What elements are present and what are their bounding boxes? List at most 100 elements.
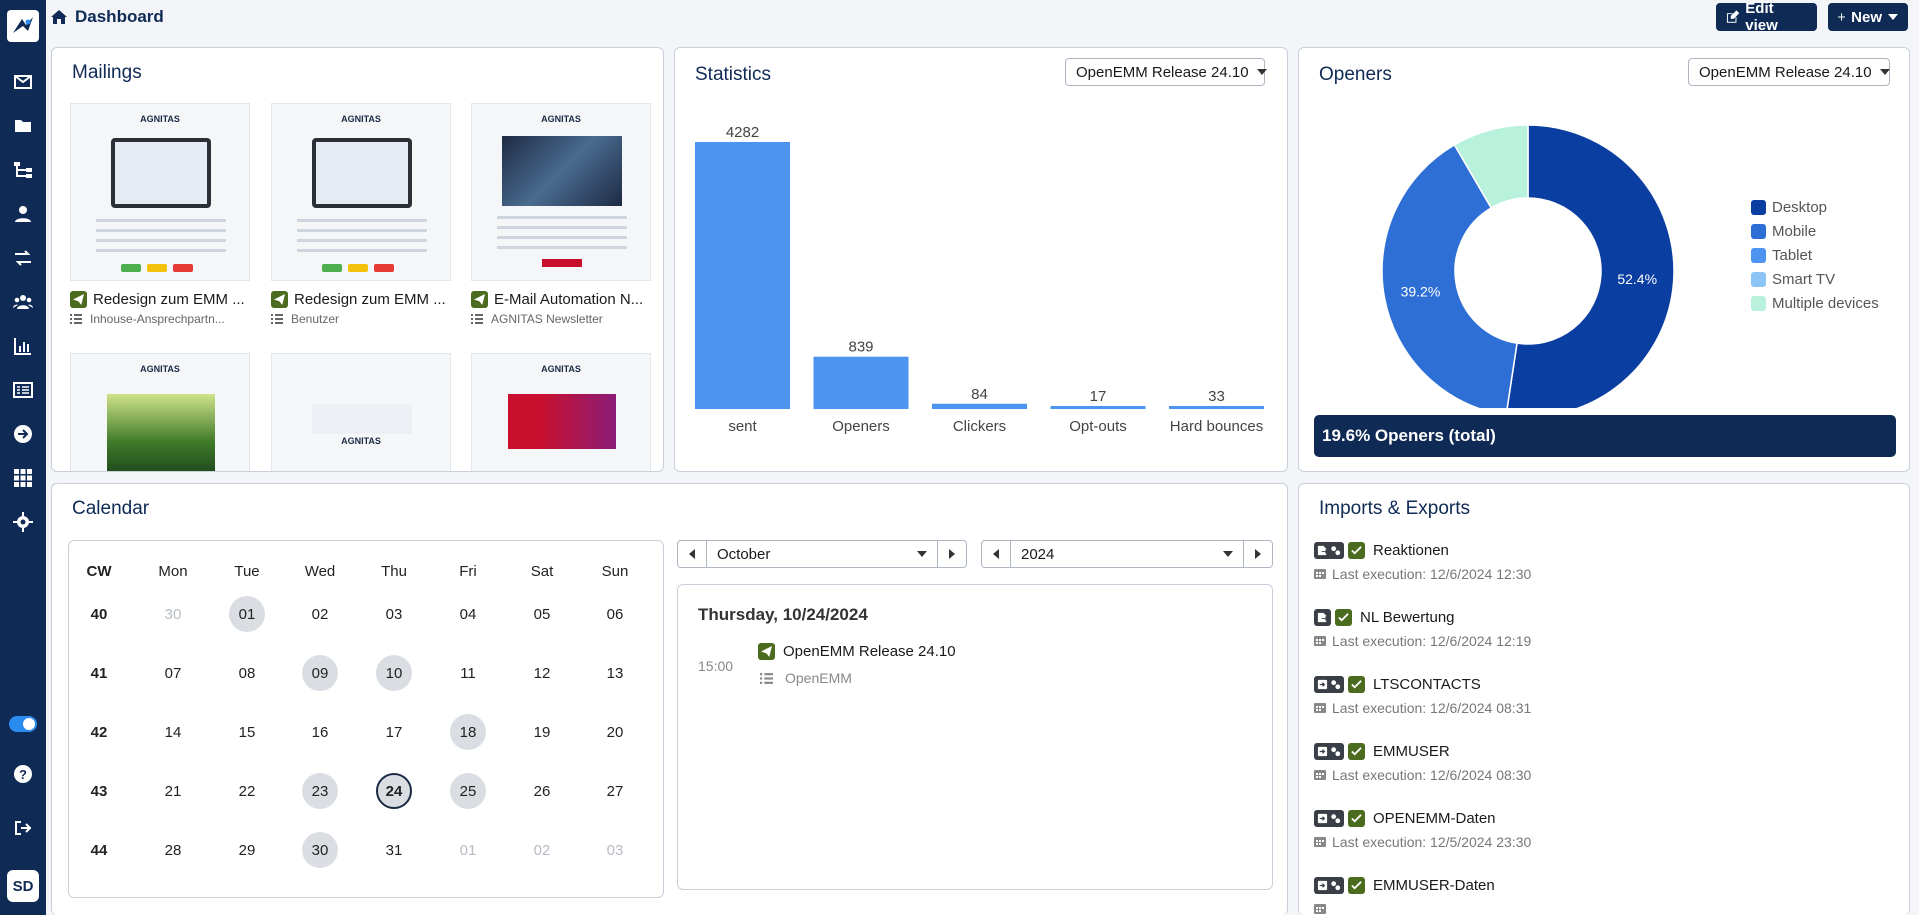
calendar-day[interactable]: 24 xyxy=(376,773,412,809)
legend-item-smart-tv[interactable]: Smart TV xyxy=(1751,267,1879,291)
calendar-day[interactable]: 01 xyxy=(229,596,265,632)
user-icon[interactable] xyxy=(0,192,46,236)
workflow-icon[interactable] xyxy=(0,148,46,192)
import-export-name[interactable]: OPENEMM-Daten xyxy=(1373,810,1496,827)
app-logo[interactable] xyxy=(7,10,39,42)
folder-icon[interactable] xyxy=(0,104,46,148)
calendar-day[interactable]: 08 xyxy=(229,655,265,691)
import-export-name[interactable]: NL Bewertung xyxy=(1360,609,1455,626)
mailing-name[interactable]: Redesign zum EMM ... xyxy=(271,291,451,308)
legend-item-mobile[interactable]: Mobile xyxy=(1751,219,1879,243)
last-execution-text: Last execution: 12/5/2024 23:30 xyxy=(1332,834,1532,850)
calendar-day[interactable]: 06 xyxy=(597,596,633,632)
month-select[interactable]: October xyxy=(706,541,938,567)
bar-hard-bounces[interactable] xyxy=(1169,406,1264,409)
import-export-item[interactable]: LTSCONTACTS Last execution: 12/6/2024 08:… xyxy=(1314,674,1874,716)
mailing-card[interactable]: AGNITAS Redesign zum EMM ... Inhouse-Ans… xyxy=(70,103,250,326)
import-export-item[interactable]: EMMUSER-Daten xyxy=(1314,875,1874,915)
mailing-card[interactable]: AGNITAS xyxy=(271,353,451,471)
arrow-right-circle-icon[interactable] xyxy=(0,412,46,456)
calendar-day[interactable]: 20 xyxy=(597,714,633,750)
logout-icon[interactable] xyxy=(13,818,33,843)
import-export-item[interactable]: NL Bewertung Last execution: 12/6/2024 12… xyxy=(1314,607,1874,649)
prev-month-button[interactable] xyxy=(678,541,706,567)
calendar-day[interactable]: 31 xyxy=(376,832,412,868)
calendar-day[interactable]: 13 xyxy=(597,655,633,691)
import-export-item[interactable]: Reaktionen Last execution: 12/6/2024 12:3… xyxy=(1314,540,1874,582)
legend-item-desktop[interactable]: Desktop xyxy=(1751,195,1879,219)
calendar-day[interactable]: 10 xyxy=(376,655,412,691)
calendar-day[interactable]: 03 xyxy=(376,596,412,632)
users-icon[interactable] xyxy=(0,280,46,324)
bar-value-label: 33 xyxy=(1208,388,1225,405)
next-year-button[interactable] xyxy=(1244,541,1272,567)
calendar-day[interactable]: 19 xyxy=(524,714,560,750)
bar-value-label: 4282 xyxy=(726,124,759,141)
slice-value-label: 39.2% xyxy=(1401,284,1441,300)
calendar-day[interactable]: 02 xyxy=(524,832,560,868)
help-icon[interactable]: ? xyxy=(13,764,33,789)
transfer-icon[interactable] xyxy=(0,236,46,280)
calendar-day[interactable]: 27 xyxy=(597,773,633,809)
bar-clickers[interactable] xyxy=(932,403,1027,409)
grid-icon[interactable] xyxy=(0,456,46,500)
slice-desktop[interactable] xyxy=(1506,124,1675,408)
next-month-button[interactable] xyxy=(938,541,966,567)
calendar-day[interactable]: 01 xyxy=(450,832,486,868)
bar-value-label: 84 xyxy=(971,386,988,403)
calendar-day[interactable]: 28 xyxy=(155,832,191,868)
theme-toggle[interactable] xyxy=(9,716,37,732)
bar-opt-outs[interactable] xyxy=(1050,406,1146,409)
mailing-card[interactable]: AGNITAS Redesign zum EMM ... Benutzer xyxy=(271,103,451,326)
calendar-day[interactable]: 03 xyxy=(597,832,633,868)
calendar-day[interactable]: 26 xyxy=(524,773,560,809)
prev-year-button[interactable] xyxy=(982,541,1010,567)
year-select[interactable]: 2024 xyxy=(1010,541,1244,567)
calendar-day[interactable]: 15 xyxy=(229,714,265,750)
import-export-name[interactable]: LTSCONTACTS xyxy=(1373,676,1481,693)
calendar-day[interactable]: 07 xyxy=(155,655,191,691)
edit-view-button[interactable]: Edit view xyxy=(1716,0,1817,34)
calendar-day[interactable]: 25 xyxy=(450,773,486,809)
mailing-card[interactable]: AGNITAS E-Mail Automation N... AGNITAS N… xyxy=(471,103,651,326)
calendar-day[interactable]: 29 xyxy=(229,832,265,868)
bar-sent[interactable] xyxy=(695,142,790,409)
calendar-day[interactable]: 11 xyxy=(450,655,486,691)
calendar-day[interactable]: 16 xyxy=(302,714,338,750)
import-export-name[interactable]: EMMUSER xyxy=(1373,743,1450,760)
mailing-card[interactable]: AGNITAS xyxy=(471,353,651,471)
check-icon xyxy=(1348,742,1365,760)
calendar-day[interactable]: 04 xyxy=(450,596,486,632)
calendar-day[interactable]: 14 xyxy=(155,714,191,750)
legend-item-tablet[interactable]: Tablet xyxy=(1751,243,1879,267)
calendar-day[interactable]: 21 xyxy=(155,773,191,809)
bar-openers[interactable] xyxy=(813,356,909,409)
mailing-name[interactable]: E-Mail Automation N... xyxy=(471,291,651,308)
import-export-item[interactable]: OPENEMM-Daten Last execution: 12/5/2024 2… xyxy=(1314,808,1874,850)
event-mailing-link[interactable]: OpenEMM Release 24.10 xyxy=(758,643,956,660)
calendar-day[interactable]: 17 xyxy=(376,714,412,750)
envelope-icon[interactable] xyxy=(0,60,46,104)
calendar-day[interactable]: 22 xyxy=(229,773,265,809)
thumbnail-brand: AGNITAS xyxy=(341,114,381,124)
new-button[interactable]: New xyxy=(1828,3,1908,31)
import-export-name[interactable]: Reaktionen xyxy=(1373,542,1449,559)
list-icon[interactable] xyxy=(0,368,46,412)
import-export-item[interactable]: EMMUSER Last execution: 12/6/2024 08:30 xyxy=(1314,741,1874,783)
avatar[interactable]: SD xyxy=(7,870,39,902)
calendar-day[interactable]: 09 xyxy=(302,655,338,691)
calendar-day[interactable]: 12 xyxy=(524,655,560,691)
calendar-day[interactable]: 02 xyxy=(302,596,338,632)
calendar-day[interactable]: 30 xyxy=(302,832,338,868)
gear-icon[interactable] xyxy=(0,500,46,544)
calendar-day[interactable]: 23 xyxy=(302,773,338,809)
calendar-day[interactable]: 30 xyxy=(155,596,191,632)
import-export-name[interactable]: EMMUSER-Daten xyxy=(1373,877,1495,894)
calendar-day[interactable]: 18 xyxy=(450,714,486,750)
calendar-day[interactable]: 05 xyxy=(524,596,560,632)
mailing-card[interactable]: AGNITAS xyxy=(70,353,250,471)
legend-item-multiple-devices[interactable]: Multiple devices xyxy=(1751,291,1879,315)
mailing-name[interactable]: Redesign zum EMM ... xyxy=(70,291,250,308)
statistics-icon[interactable] xyxy=(0,324,46,368)
check-icon xyxy=(1348,541,1365,559)
